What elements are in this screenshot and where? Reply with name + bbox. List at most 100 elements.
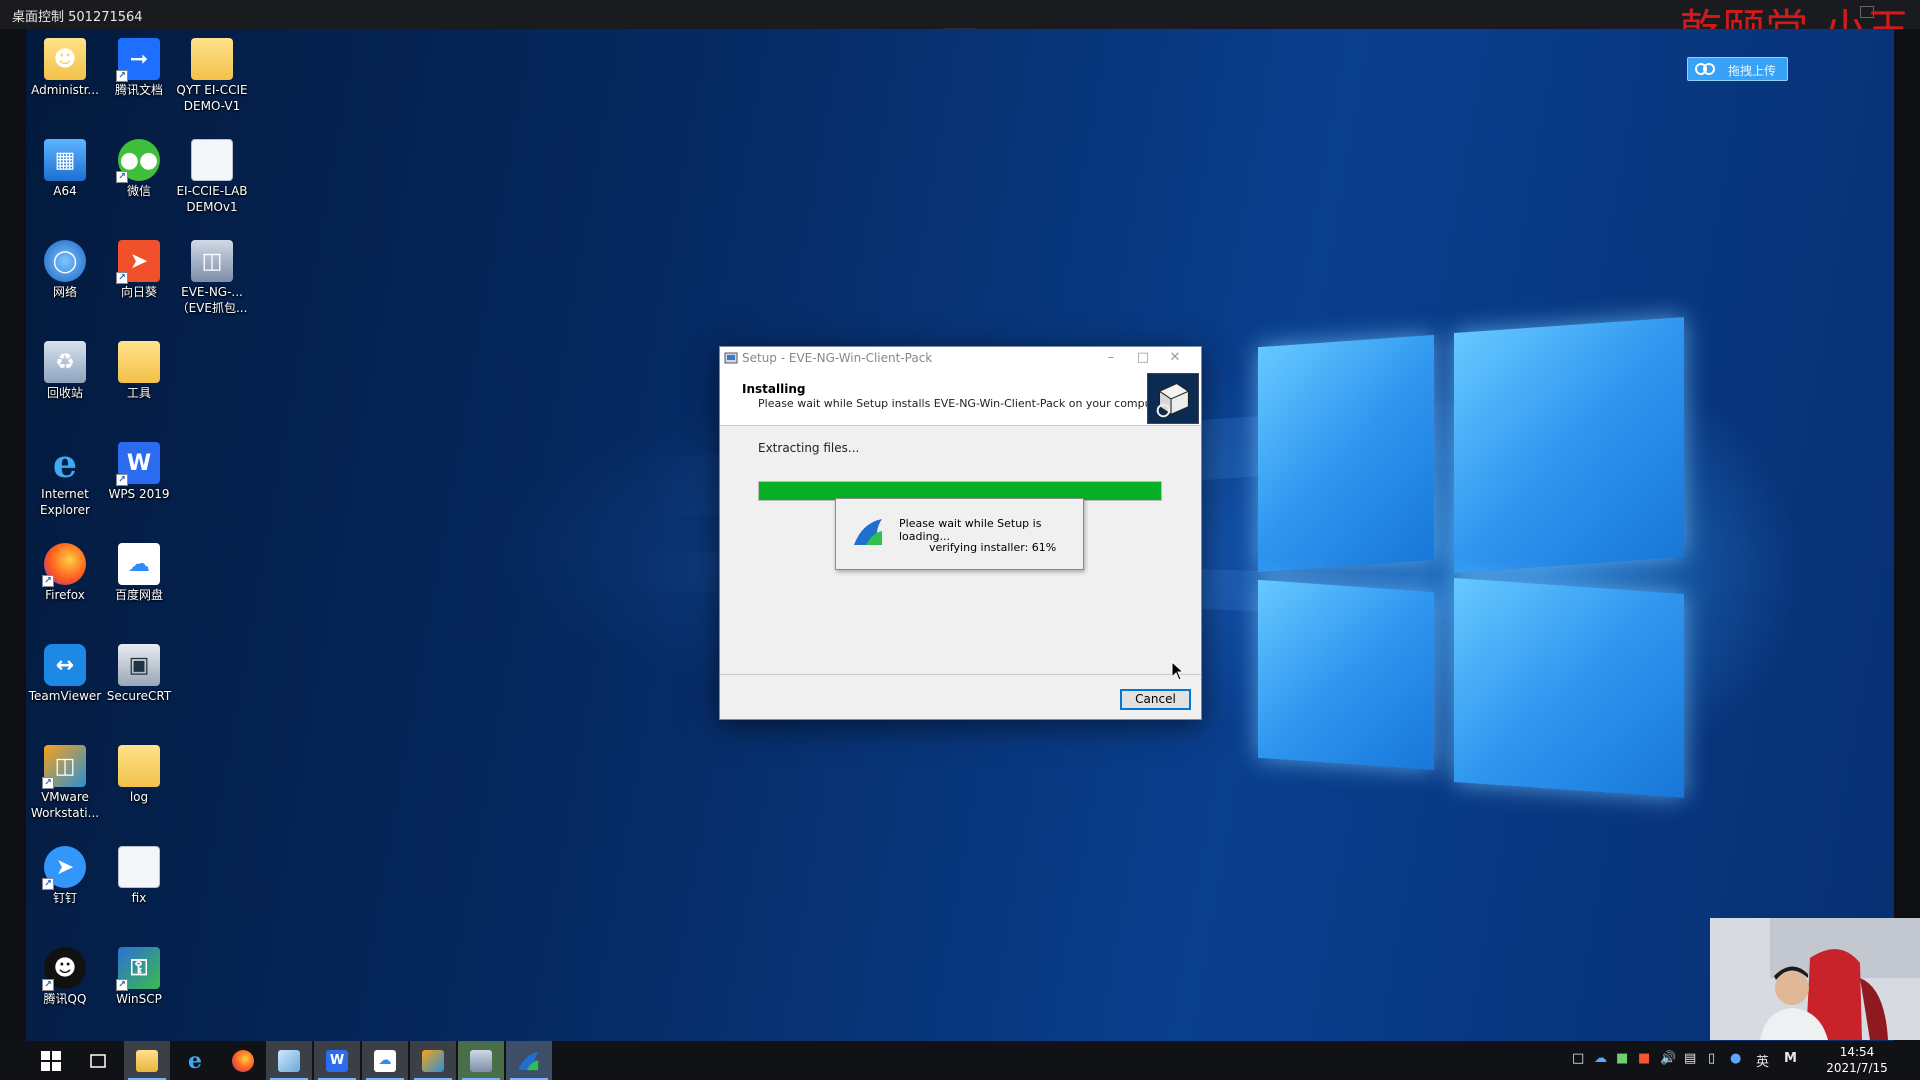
start-button[interactable] [28,1041,74,1080]
dialog-header: Installing Please wait while Setup insta… [720,369,1201,426]
taskbar-eve[interactable] [506,1041,552,1080]
desktop-icon-winscp[interactable]: ⚿ ↗ WinSCP [102,947,176,1007]
desktop-icon-fix[interactable]: fix [102,846,176,906]
securecrt-icon: ▣ [118,644,160,686]
edge-ie-icon: e [188,1047,202,1074]
maximize-button[interactable]: □ [1128,349,1158,367]
nvidia-tray-icon[interactable]: ■ [1616,1051,1628,1066]
eve-icon [518,1051,539,1070]
remote-session-title: 桌面控制 501271564 [12,10,143,25]
desktop-icon-baidu-netdisk[interactable]: ☁ 百度网盘 [102,543,176,603]
qq-tray-icon[interactable]: ● [1730,1051,1741,1066]
taskbar-notepad[interactable] [266,1041,312,1080]
notification-icon[interactable]: □ [1572,1051,1584,1066]
folder-icon [118,745,160,787]
desktop-icon-sunflower[interactable]: ➤ ↗ 向日葵 [102,240,176,300]
wechat-icon: ●● ↗ [116,139,160,183]
notepad-icon [278,1049,300,1072]
task-view-icon [90,1053,106,1068]
volume-icon[interactable]: 🔊 [1660,1051,1676,1066]
vmware-icon: ◫ ↗ [42,745,86,789]
sunflower-tray-icon[interactable]: ■ [1638,1051,1650,1066]
desktop-icon-firefox[interactable]: ↗ Firefox [28,543,102,603]
firefox-icon: ↗ [42,543,86,587]
ime-language-indicator[interactable]: 英 [1756,1051,1769,1070]
installer-icon: ◫ [191,240,233,282]
computer-icon: ▦ [44,139,86,181]
desktop-icon-tools[interactable]: 工具 [102,341,176,401]
drag-upload-label: 拖拽上传 [1728,64,1777,78]
drag-upload-button[interactable]: 拖拽上传 [1687,57,1788,81]
webcam-overlay [1710,918,1920,1040]
desktop-icon-securecrt[interactable]: ▣ SecureCRT [102,644,176,704]
installing-heading: Installing [742,382,806,396]
desktop-icon-recycle-bin[interactable]: ♻ 回收站 [28,341,102,401]
taskbar-setup[interactable] [458,1041,504,1080]
minimize-button[interactable]: – [1096,349,1126,367]
ime-mode-indicator[interactable]: M [1784,1051,1797,1066]
remote-border-right [1894,29,1920,1041]
wps-icon: W [326,1049,348,1072]
user-folder-icon: ☻ [44,38,86,80]
task-view-button[interactable] [75,1041,121,1080]
baidu-netdisk-icon: ☁ [118,543,160,585]
winscp-icon: ⚿ ↗ [116,947,160,991]
setup-icon [470,1049,492,1072]
taskbar-vmware[interactable] [410,1041,456,1080]
taskbar-firefox[interactable] [220,1041,266,1080]
windows-logo-pane-tr [1454,316,1684,574]
desktop-icon-internet-explorer[interactable]: e Internet Explorer [28,441,102,518]
baidu-tray-icon[interactable]: ☁ [1594,1051,1607,1066]
desktop-icon-qq[interactable]: ☻ ↗ 腾讯QQ [28,947,102,1007]
file-explorer-icon [136,1049,158,1072]
remote-border-left [0,29,26,1041]
vmware-icon [422,1049,444,1072]
setup-app-icon [724,352,738,364]
dialog-titlebar[interactable]: Setup - EVE-NG-Win-Client-Pack – □ ✕ [720,347,1201,369]
mouse-cursor-icon [1171,661,1185,681]
clock-date: 2021/7/15 [1826,1061,1888,1075]
folder-icon [191,38,233,80]
baidu-netdisk-icon: ☁ [374,1049,396,1072]
desktop-icon-teamviewer[interactable]: ↔ TeamViewer [28,644,102,704]
desktop-icon-ei-ccie-lab[interactable]: EI-CCIE-LAB DEMOv1 [175,139,249,215]
folder-icon [118,341,160,383]
tencent-docs-icon: ➞ ↗ [116,38,160,82]
desktop-icon-tencent-docs[interactable]: ➞ ↗ 腾讯文档 [102,38,176,98]
qq-icon: ☻ ↗ [42,947,86,991]
desktop-icon-wechat[interactable]: ●● ↗ 微信 [102,139,176,199]
recycle-bin-icon: ♻ [44,341,86,383]
desktop-icon-wps[interactable]: W ↗ WPS 2019 [102,442,176,502]
wps-icon: W ↗ [116,442,160,486]
desktop-icon-network[interactable]: ◯ 网络 [28,240,102,300]
desktop-icon-qyt-demo[interactable]: QYT EI-CCIE DEMO-V1 [175,38,249,114]
taskbar-ie[interactable]: e [172,1041,218,1080]
network-icon: ◯ [44,240,86,282]
network-tray-icon[interactable]: ▤ [1684,1051,1696,1066]
taskbar-baidu-netdisk[interactable]: ☁ [362,1041,408,1080]
desktop-icon-log[interactable]: log [102,745,176,805]
setup-loading-icon [854,519,882,545]
installer-box-icon [1147,373,1199,424]
taskbar-wps[interactable]: W [314,1041,360,1080]
cancel-button[interactable]: Cancel [1120,689,1191,710]
usb-icon[interactable]: ▯ [1708,1051,1715,1066]
taskbar-clock[interactable]: 14:54 2021/7/15 [1822,1044,1892,1076]
dingtalk-icon: ➤ ↗ [42,846,86,890]
taskbar-file-explorer[interactable] [124,1041,170,1080]
desktop-icon-a64[interactable]: ▦ A64 [28,139,102,199]
desktop-icon-administrator[interactable]: ☻ Administr... [28,38,102,98]
windows-logo-pane-bl [1258,579,1434,771]
loading-message: Please wait while Setup is loading... [899,517,1042,543]
desktop-icon-eve-ng-installer[interactable]: ◫ EVE-NG-... （EVE抓包... [175,240,249,316]
clock-time: 14:54 [1839,1045,1875,1059]
desktop-icon-vmware[interactable]: ◫ ↗ VMware Workstati... [28,745,102,821]
windows-logo-pane-tl [1258,334,1434,573]
verifying-progress-text: verifying installer: 61% [929,541,1057,554]
firefox-icon [232,1049,254,1072]
close-button[interactable]: ✕ [1160,349,1190,367]
desktop-icon-dingtalk[interactable]: ➤ ↗ 钉钉 [28,846,102,906]
document-icon [191,139,233,181]
setup-loading-popup: Please wait while Setup is loading... ve… [835,498,1084,570]
document-icon [118,846,160,888]
